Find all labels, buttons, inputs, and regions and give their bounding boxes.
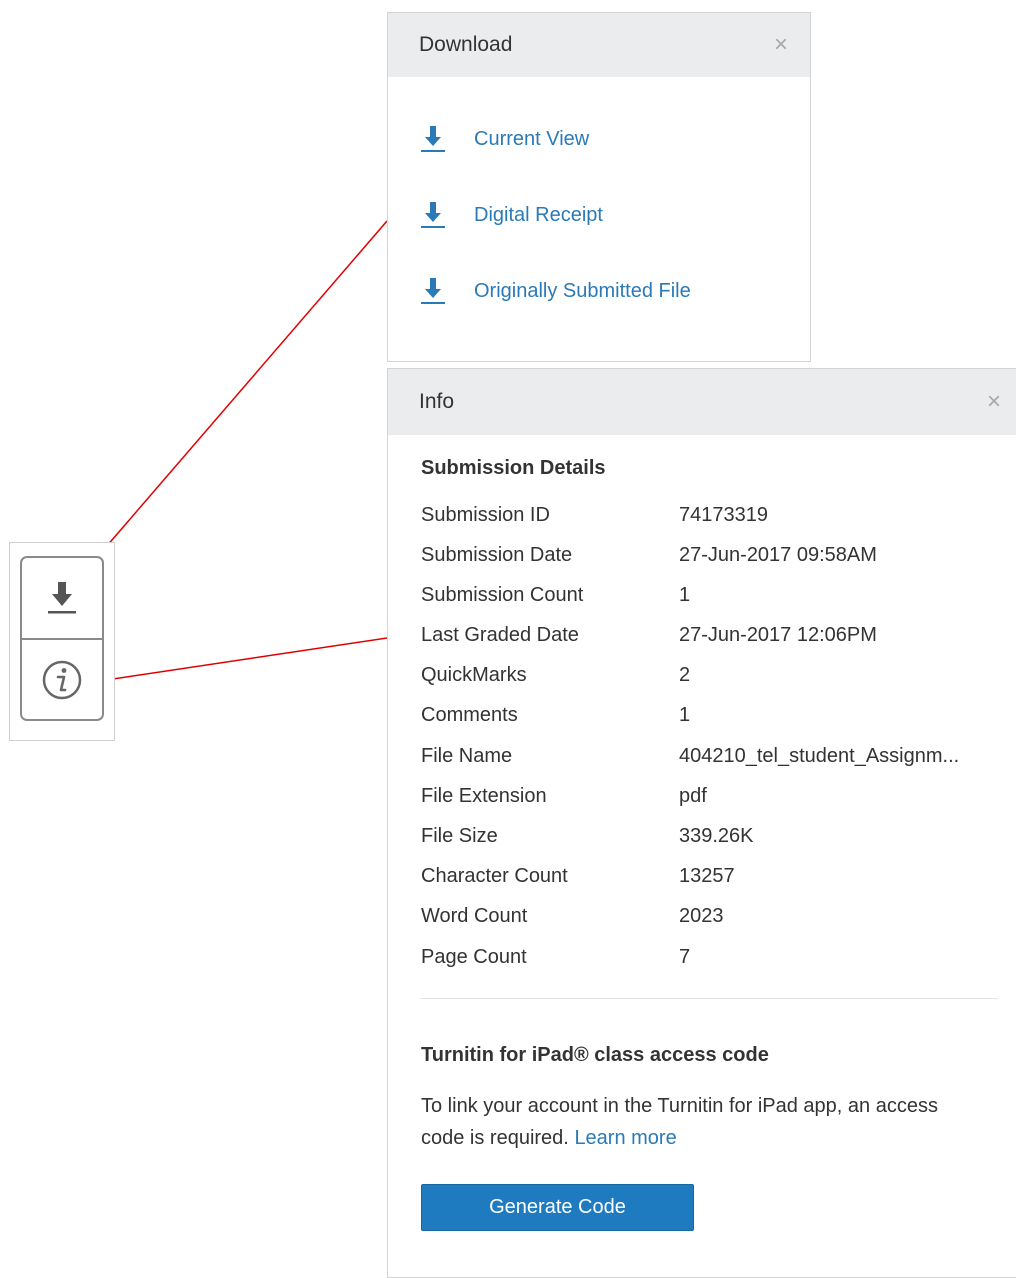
download-original-file[interactable]: Originally Submitted File	[418, 271, 691, 311]
side-toolbar	[20, 556, 104, 721]
download-current-view-label: Current View	[474, 127, 590, 150]
detail-key: Submission ID	[421, 504, 550, 526]
download-digital-receipt[interactable]: Digital Receipt	[418, 195, 603, 235]
detail-value: 404210_tel_student_Assignm...	[679, 745, 960, 767]
download-panel: Download × Current View Digital Receipt …	[387, 12, 811, 362]
detail-row: File Size 339.26K	[421, 825, 1001, 855]
detail-key: Last Graded Date	[421, 624, 579, 646]
detail-row: Page Count 7	[421, 946, 1001, 976]
detail-row: Last Graded Date 27-Jun-2017 12:06PM	[421, 624, 1001, 654]
detail-value: 74173319	[679, 504, 768, 526]
detail-value: 27-Jun-2017 09:58AM	[679, 544, 877, 566]
detail-value: 2023	[679, 905, 724, 927]
detail-key: Character Count	[421, 865, 568, 887]
detail-row: Submission Date 27-Jun-2017 09:58AM	[421, 544, 1001, 574]
detail-value: 7	[679, 946, 691, 968]
download-digital-receipt-label: Digital Receipt	[474, 203, 603, 226]
detail-value: 1	[679, 704, 691, 726]
info-button[interactable]	[22, 640, 102, 720]
detail-row: Submission Count 1	[421, 584, 1001, 614]
detail-key: Submission Date	[421, 544, 573, 566]
arrow-to-download-button	[86, 220, 388, 570]
detail-row: QuickMarks 2	[421, 664, 1001, 694]
detail-row: Comments 1	[421, 704, 1001, 734]
detail-key: Page Count	[421, 946, 527, 968]
detail-row: Word Count 2023	[421, 905, 1001, 935]
download-icon	[48, 582, 76, 614]
detail-row: Submission ID 74173319	[421, 504, 1001, 534]
generate-code-button[interactable]: Generate Code	[421, 1184, 694, 1231]
info-panel-title: Info	[419, 390, 455, 413]
detail-key: Comments	[421, 704, 518, 726]
detail-value: 339.26K	[679, 825, 754, 847]
detail-key: File Extension	[421, 785, 547, 807]
download-panel-title: Download	[419, 33, 513, 56]
section-divider	[421, 998, 998, 999]
download-icon	[421, 126, 445, 152]
download-close-icon[interactable]: ×	[774, 33, 788, 57]
detail-value: 27-Jun-2017 12:06PM	[679, 624, 877, 646]
detail-row: File Extension pdf	[421, 785, 1001, 815]
ipad-access-code-description: To link your account in the Turnitin for…	[421, 1090, 981, 1154]
detail-value: 1	[679, 584, 691, 606]
detail-key: File Name	[421, 745, 513, 767]
download-panel-header: Download ×	[388, 13, 810, 77]
learn-more-link[interactable]: Learn more	[574, 1127, 676, 1149]
download-icon	[421, 278, 445, 304]
arrow-to-info-button	[85, 637, 388, 687]
info-panel-header: Info ×	[388, 369, 1016, 435]
download-current-view[interactable]: Current View	[418, 119, 589, 159]
info-icon	[42, 660, 82, 700]
detail-value: 13257	[679, 865, 735, 887]
detail-value: pdf	[679, 785, 707, 807]
detail-value: 2	[679, 664, 691, 686]
detail-key: QuickMarks	[421, 664, 527, 686]
download-button[interactable]	[22, 558, 102, 640]
ipad-description-text: To link your account in the Turnitin for…	[421, 1095, 938, 1149]
detail-key: Word Count	[421, 905, 528, 927]
ipad-access-code-heading: Turnitin for iPad® class access code	[421, 1044, 769, 1066]
detail-key: File Size	[421, 825, 498, 847]
submission-details-heading: Submission Details	[421, 457, 606, 479]
detail-key: Submission Count	[421, 584, 584, 606]
detail-row: Character Count 13257	[421, 865, 1001, 895]
download-icon	[421, 202, 445, 228]
info-close-icon[interactable]: ×	[987, 390, 1001, 414]
download-original-file-label: Originally Submitted File	[474, 279, 691, 302]
detail-row: File Name 404210_tel_student_Assignm...	[421, 745, 1001, 775]
info-panel: Info × Submission Details Submission ID …	[387, 368, 1016, 1278]
